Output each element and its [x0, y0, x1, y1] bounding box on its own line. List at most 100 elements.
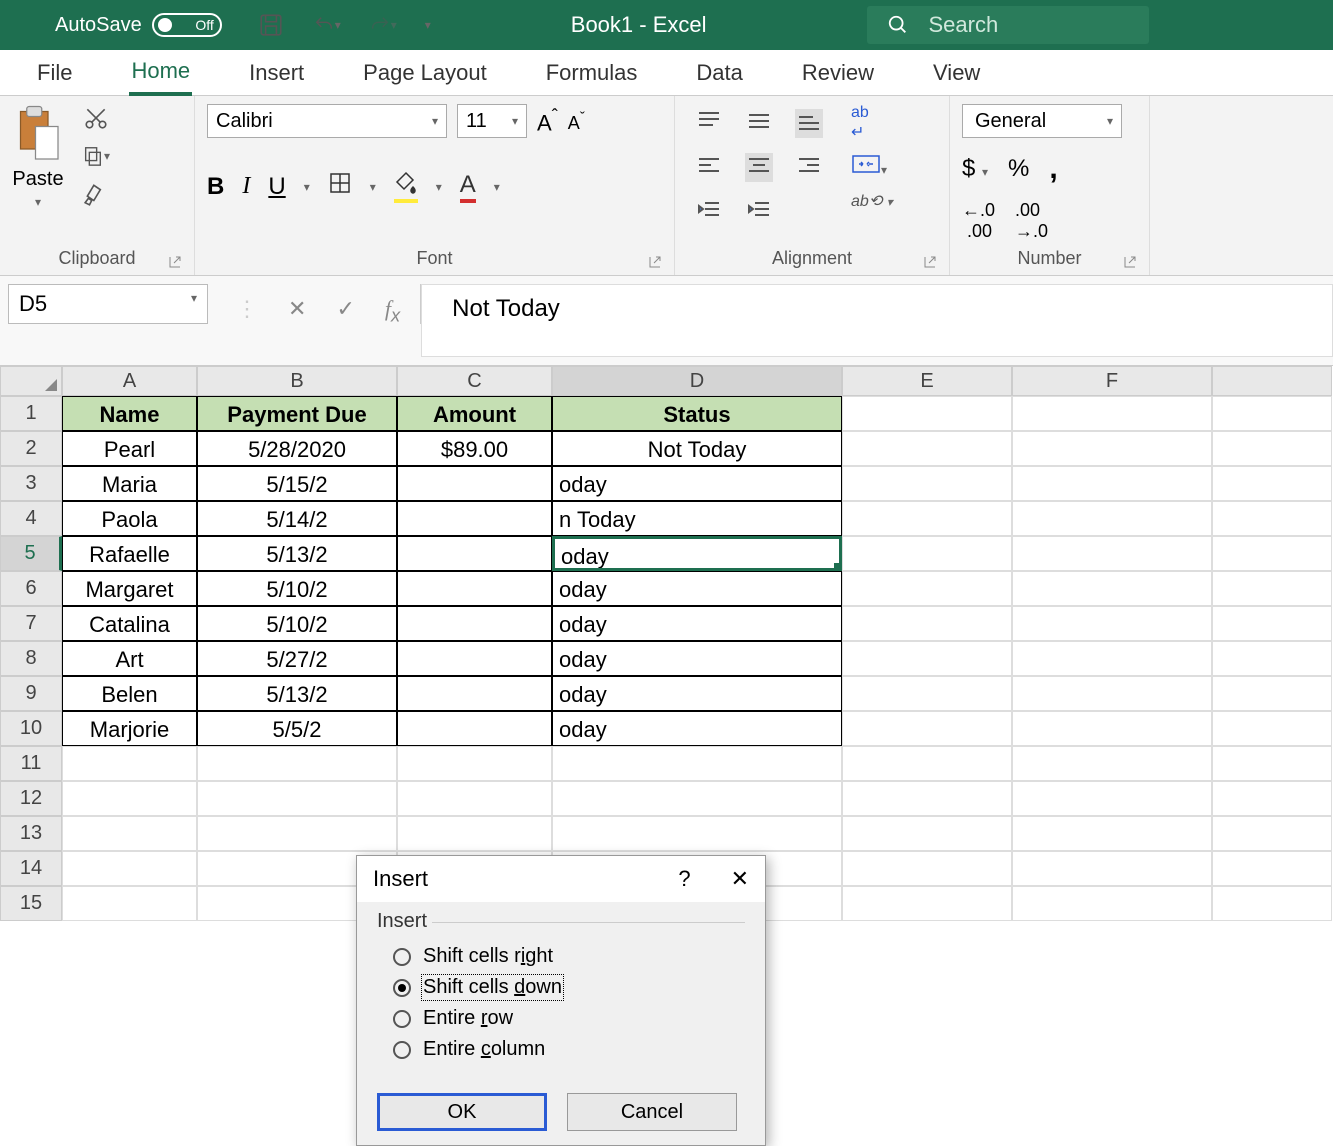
align-center-icon[interactable]: [745, 153, 773, 182]
cell[interactable]: 5/10/2: [197, 606, 397, 641]
cell[interactable]: Margaret: [62, 571, 197, 606]
cell[interactable]: [1212, 781, 1332, 816]
row-header[interactable]: 1: [0, 396, 62, 431]
dialog-help-icon[interactable]: ?: [678, 866, 690, 892]
cell[interactable]: [1012, 571, 1212, 606]
cell[interactable]: [397, 466, 552, 501]
cell[interactable]: [1212, 466, 1332, 501]
col-header-b[interactable]: B: [197, 366, 397, 396]
align-top-icon[interactable]: [697, 111, 721, 136]
tab-review[interactable]: Review: [800, 52, 876, 94]
percent-icon[interactable]: %: [1008, 155, 1029, 183]
fill-color-icon[interactable]: [394, 170, 418, 203]
cell[interactable]: [842, 886, 1012, 921]
cell[interactable]: [397, 711, 552, 746]
cell[interactable]: [397, 536, 552, 571]
cell[interactable]: oday: [552, 466, 842, 501]
cell[interactable]: [197, 746, 397, 781]
row-header[interactable]: 11: [0, 746, 62, 781]
row-header[interactable]: 7: [0, 606, 62, 641]
row-header[interactable]: 6: [0, 571, 62, 606]
format-painter-icon[interactable]: [82, 180, 110, 208]
increase-indent-icon[interactable]: [747, 199, 771, 224]
name-box[interactable]: D5▾: [8, 284, 208, 324]
cell[interactable]: [1012, 886, 1212, 921]
increase-decimal-icon[interactable]: ←.0 .00: [962, 200, 995, 242]
align-bottom-icon[interactable]: [795, 109, 823, 138]
cell[interactable]: [1012, 746, 1212, 781]
italic-button[interactable]: I: [242, 173, 250, 200]
underline-dropdown-icon[interactable]: ▾: [304, 180, 310, 194]
cell[interactable]: [1212, 571, 1332, 606]
cell[interactable]: [397, 781, 552, 816]
font-color-icon[interactable]: A: [460, 171, 476, 203]
col-header-d[interactable]: D: [552, 366, 842, 396]
decrease-font-icon[interactable]: Aˇ: [568, 109, 585, 134]
cell[interactable]: Marjorie: [62, 711, 197, 746]
radio-shift-right[interactable]: Shift cells right: [377, 941, 745, 972]
paste-label[interactable]: Paste: [12, 168, 63, 191]
cell[interactable]: [842, 536, 1012, 571]
cell[interactable]: [1012, 501, 1212, 536]
cell[interactable]: [1212, 711, 1332, 746]
cell[interactable]: [1012, 396, 1212, 431]
cell[interactable]: [1012, 781, 1212, 816]
cell[interactable]: [1012, 676, 1212, 711]
cell[interactable]: Payment Due: [197, 396, 397, 431]
cell[interactable]: [1212, 641, 1332, 676]
row-header[interactable]: 14: [0, 851, 62, 886]
cell[interactable]: [1012, 606, 1212, 641]
cell[interactable]: [1012, 641, 1212, 676]
row-header[interactable]: 8: [0, 641, 62, 676]
cell[interactable]: [1212, 396, 1332, 431]
tab-page-layout[interactable]: Page Layout: [361, 52, 489, 94]
cell[interactable]: 5/14/2: [197, 501, 397, 536]
alignment-launcher-icon[interactable]: [923, 255, 937, 269]
cell[interactable]: [1012, 711, 1212, 746]
borders-dropdown-icon[interactable]: ▾: [370, 180, 376, 194]
bold-button[interactable]: B: [207, 173, 224, 201]
decrease-indent-icon[interactable]: [697, 199, 721, 224]
radio-entire-row[interactable]: Entire row: [377, 1003, 745, 1034]
radio-shift-down[interactable]: Shift cells down: [377, 972, 745, 1003]
borders-icon[interactable]: [328, 171, 352, 202]
cell[interactable]: 5/5/2: [197, 711, 397, 746]
cell[interactable]: [197, 816, 397, 851]
cell[interactable]: [397, 676, 552, 711]
cell[interactable]: [1212, 676, 1332, 711]
cell[interactable]: [1012, 466, 1212, 501]
cell[interactable]: Art: [62, 641, 197, 676]
cell[interactable]: [552, 816, 842, 851]
cell[interactable]: Pearl: [62, 431, 197, 466]
wrap-text-icon[interactable]: ab↵: [851, 104, 893, 142]
cell[interactable]: [1212, 501, 1332, 536]
cell[interactable]: [1212, 851, 1332, 886]
tab-view[interactable]: View: [931, 52, 982, 94]
cell[interactable]: [842, 466, 1012, 501]
tab-insert[interactable]: Insert: [247, 52, 306, 94]
cell[interactable]: [842, 571, 1012, 606]
redo-icon[interactable]: ▾: [369, 11, 397, 39]
cell[interactable]: [1012, 851, 1212, 886]
fill-dropdown-icon[interactable]: ▾: [436, 180, 442, 194]
align-left-icon[interactable]: [697, 155, 721, 180]
cell[interactable]: [1212, 431, 1332, 466]
cell[interactable]: [397, 606, 552, 641]
cell[interactable]: [842, 851, 1012, 886]
decrease-decimal-icon[interactable]: .00→.0: [1015, 200, 1048, 242]
cell[interactable]: [397, 641, 552, 676]
row-header[interactable]: 3: [0, 466, 62, 501]
cell[interactable]: 5/27/2: [197, 641, 397, 676]
formula-input[interactable]: Not Today: [421, 284, 1333, 357]
autosave-pill[interactable]: Off: [152, 13, 222, 37]
cell[interactable]: Rafaelle: [62, 536, 197, 571]
paste-icon[interactable]: [12, 104, 64, 164]
cell[interactable]: [397, 571, 552, 606]
cell[interactable]: [1012, 816, 1212, 851]
cell[interactable]: [842, 781, 1012, 816]
row-header[interactable]: 12: [0, 781, 62, 816]
comma-icon[interactable]: ,: [1049, 152, 1057, 186]
cell[interactable]: [1212, 816, 1332, 851]
cell[interactable]: [62, 816, 197, 851]
cell[interactable]: oday: [552, 641, 842, 676]
